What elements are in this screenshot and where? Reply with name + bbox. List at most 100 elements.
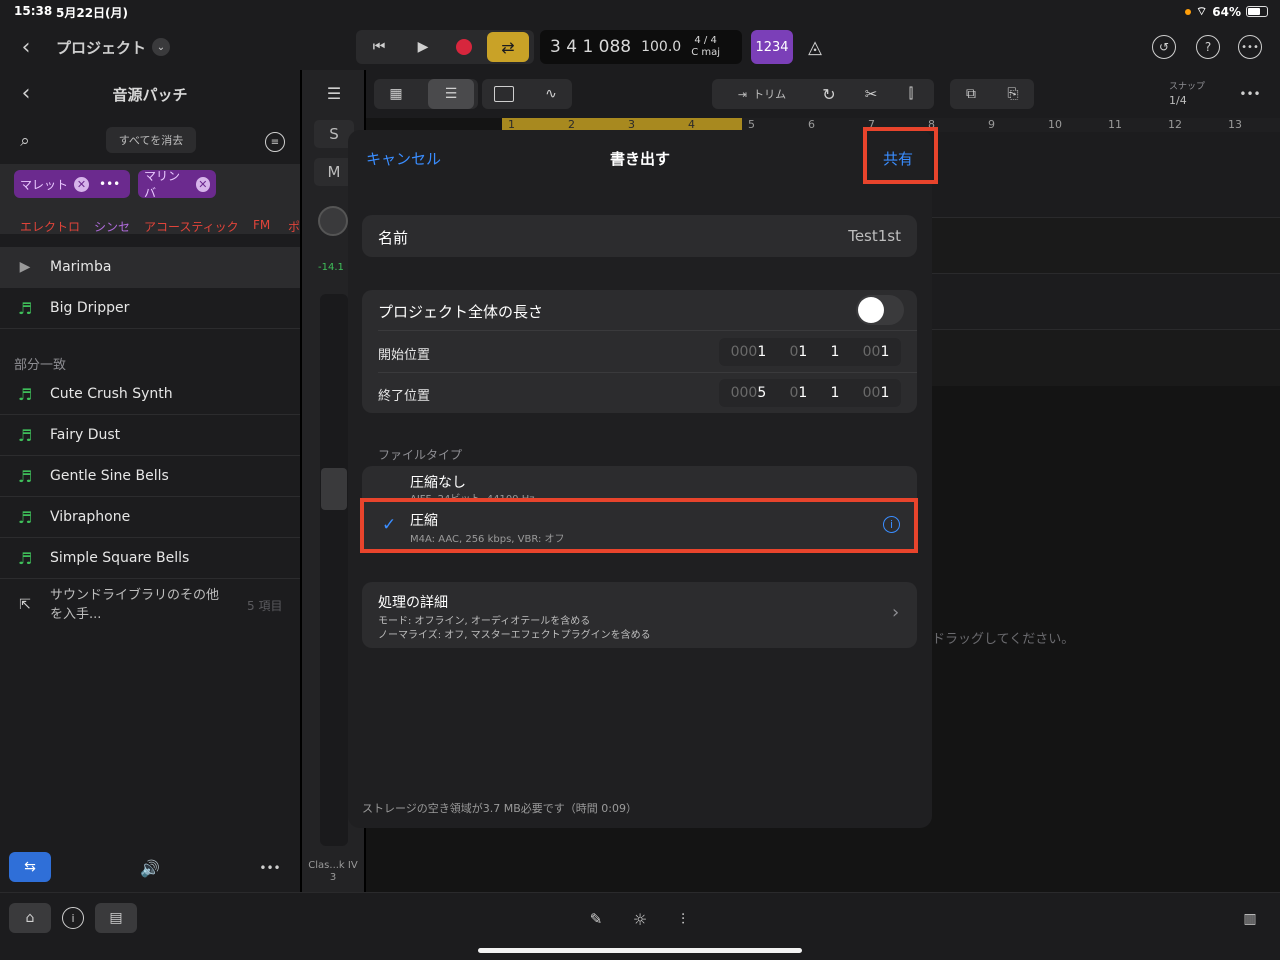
- arrange-more-icon[interactable]: •••: [1236, 82, 1264, 106]
- list-item[interactable]: ♬ Simple Square Bells: [0, 538, 300, 579]
- name-field[interactable]: 名前 Test1st: [362, 215, 917, 257]
- record-icon[interactable]: [456, 39, 472, 55]
- loop-tool-icon[interactable]: ↻: [816, 81, 842, 107]
- scissors-icon[interactable]: ✂: [858, 81, 884, 107]
- clear-all-button[interactable]: すべてを消去: [106, 127, 196, 153]
- full-length-toggle[interactable]: [856, 295, 904, 325]
- start-tick-value: 1: [880, 344, 890, 360]
- snap-value[interactable]: 1/4: [1169, 94, 1187, 107]
- trim-label: トリム: [753, 88, 787, 101]
- tracks-view-icon[interactable]: ☰: [428, 79, 474, 109]
- copy-icon[interactable]: ⧉: [958, 81, 984, 107]
- more-sounds-item[interactable]: ⇱ サウンドライブラリのその他 を入手... 5 項目: [0, 579, 300, 631]
- partial-match-header: 部分一致: [14, 358, 67, 373]
- bottom-toolbar: ⌂ i ▤ ✎ ☼ ⫶ ▥: [0, 892, 1280, 960]
- count-in-button[interactable]: 1234: [751, 30, 793, 64]
- filter-icon[interactable]: ≡: [265, 132, 285, 152]
- status-date: 5月22日(月): [56, 6, 129, 20]
- inspector-toggle-icon[interactable]: ▤: [95, 903, 137, 933]
- edit-segment: ∿: [482, 79, 572, 109]
- music-note-icon: ♬: [17, 384, 33, 404]
- length-card: プロジェクト全体の長さ 開始位置 0001 01 1 001 終了位置 0005…: [362, 290, 917, 413]
- lcd-display[interactable]: 3 4 1 088 100.0 4 / 4 C maj: [540, 30, 742, 64]
- rewind-icon[interactable]: ⏮: [366, 34, 392, 60]
- pan-knob[interactable]: [318, 206, 348, 236]
- metronome-icon[interactable]: ◬: [800, 34, 830, 60]
- pencil-icon[interactable]: ✎: [584, 907, 608, 931]
- join-icon[interactable]: ⫿: [898, 81, 924, 107]
- compressed-label: 圧縮: [410, 513, 438, 529]
- share-button[interactable]: 共有: [883, 148, 913, 169]
- music-note-icon: ♬: [17, 425, 33, 445]
- divider: [378, 372, 917, 373]
- list-item[interactable]: ♬ Gentle Sine Bells: [0, 456, 300, 497]
- start-beat-value: 1: [798, 344, 808, 360]
- start-position-field[interactable]: 0001 01 1 001: [719, 338, 901, 366]
- mixer-icon[interactable]: ⫶: [670, 907, 696, 931]
- list-item[interactable]: ▶ Marimba: [0, 247, 300, 288]
- remove-tag-icon[interactable]: ✕: [195, 176, 210, 192]
- play-icon[interactable]: ▶: [410, 34, 436, 60]
- search-icon[interactable]: ⌕: [14, 130, 36, 152]
- uncompressed-option[interactable]: 圧縮なし AIFF, 24ビット, 44100 Hz: [362, 466, 917, 505]
- chevron-down-icon[interactable]: ⌄: [152, 38, 170, 56]
- start-division: 1: [830, 344, 840, 360]
- automation-icon[interactable]: ∿: [538, 81, 564, 107]
- clipboard-segment: ⧉ ⎘: [950, 79, 1034, 109]
- processing-details-row[interactable]: 処理の詳細 モード: オフライン, オーディオテールを含める ノーマライズ: オ…: [362, 582, 917, 648]
- info-icon[interactable]: i: [883, 516, 900, 533]
- end-bar-value: 5: [757, 385, 767, 401]
- keyboard-icon[interactable]: ▥: [1236, 907, 1264, 931]
- view-segment: ▦ ☰: [374, 79, 478, 109]
- home-indicator[interactable]: [478, 948, 802, 953]
- more-options-icon[interactable]: •••: [1238, 35, 1262, 59]
- ruler-mark: 9: [988, 118, 995, 131]
- list-item[interactable]: ♬ Fairy Dust: [0, 415, 300, 456]
- processing-label: 処理の詳細: [378, 595, 448, 611]
- patch-name: Cute Crush Synth: [50, 386, 173, 402]
- volume-fader-handle[interactable]: [321, 468, 347, 510]
- back-chevron-icon[interactable]: ‹: [14, 34, 38, 60]
- trim-tool[interactable]: ⇥ トリム: [716, 79, 808, 109]
- cycle-loop-icon[interactable]: ⇄: [487, 32, 529, 62]
- remove-tag-icon[interactable]: ✕: [74, 176, 90, 192]
- tag-more-icon[interactable]: •••: [99, 177, 120, 191]
- music-note-icon: ♬: [17, 548, 33, 568]
- list-item[interactable]: ♬ Vibraphone: [0, 497, 300, 538]
- play-preview-icon[interactable]: ▶: [0, 259, 50, 275]
- paste-icon[interactable]: ⎘: [1000, 81, 1026, 107]
- compressed-option[interactable]: ✓ 圧縮 M4A: AAC, 256 kbps, VBR: オフ i: [360, 498, 918, 553]
- tag-marimba[interactable]: マリンバ ✕: [138, 169, 216, 200]
- track-settings-icon[interactable]: ☰: [322, 82, 346, 104]
- end-position-field[interactable]: 0005 01 1 001: [719, 379, 901, 407]
- smart-controls-icon[interactable]: ☼: [627, 907, 653, 931]
- info-icon[interactable]: i: [62, 907, 84, 929]
- end-beat: 01: [789, 385, 807, 401]
- name-value[interactable]: Test1st: [848, 227, 901, 245]
- projects-back-label[interactable]: プロジェクト: [56, 37, 146, 58]
- tag-mallet[interactable]: マレット ✕ •••: [14, 170, 130, 198]
- end-tick: 001: [863, 385, 890, 401]
- list-item[interactable]: ♬ Big Dripper: [0, 288, 300, 329]
- drag-hint: ドラッグしてください。: [932, 632, 1075, 647]
- category-acoustic[interactable]: アコースティック: [144, 218, 239, 235]
- more-sounds-line2: を入手...: [50, 607, 102, 622]
- lcd-key: C maj: [691, 47, 721, 58]
- undo-icon[interactable]: ↺: [1152, 35, 1176, 59]
- browser-toggle-icon[interactable]: ⇆: [9, 852, 51, 882]
- tag-label: マリンバ: [144, 169, 181, 200]
- grid-view-icon[interactable]: ▦: [384, 81, 408, 107]
- category-fm[interactable]: FM: [253, 218, 270, 232]
- library-toggle-icon[interactable]: ⌂: [9, 903, 51, 933]
- more-sounds-count: 5 項目: [247, 598, 283, 613]
- category-electro[interactable]: エレクトロ: [20, 218, 80, 235]
- help-icon[interactable]: ?: [1196, 35, 1220, 59]
- region-view-icon[interactable]: [494, 86, 514, 102]
- library-more-icon[interactable]: •••: [256, 856, 284, 880]
- speaker-preview-icon[interactable]: 🔊: [136, 856, 164, 880]
- category-synth[interactable]: シンセ: [94, 218, 130, 235]
- arrange-toolbar: ▦ ☰ ∿ ⇥ トリム ↻ ✂ ⫿ ⧉ ⎘ スナップ 1/4 •••: [366, 70, 1280, 118]
- category-more[interactable]: ポ: [288, 218, 300, 235]
- lcd-tempo: 100.0: [641, 39, 682, 55]
- list-item[interactable]: ♬ Cute Crush Synth: [0, 374, 300, 415]
